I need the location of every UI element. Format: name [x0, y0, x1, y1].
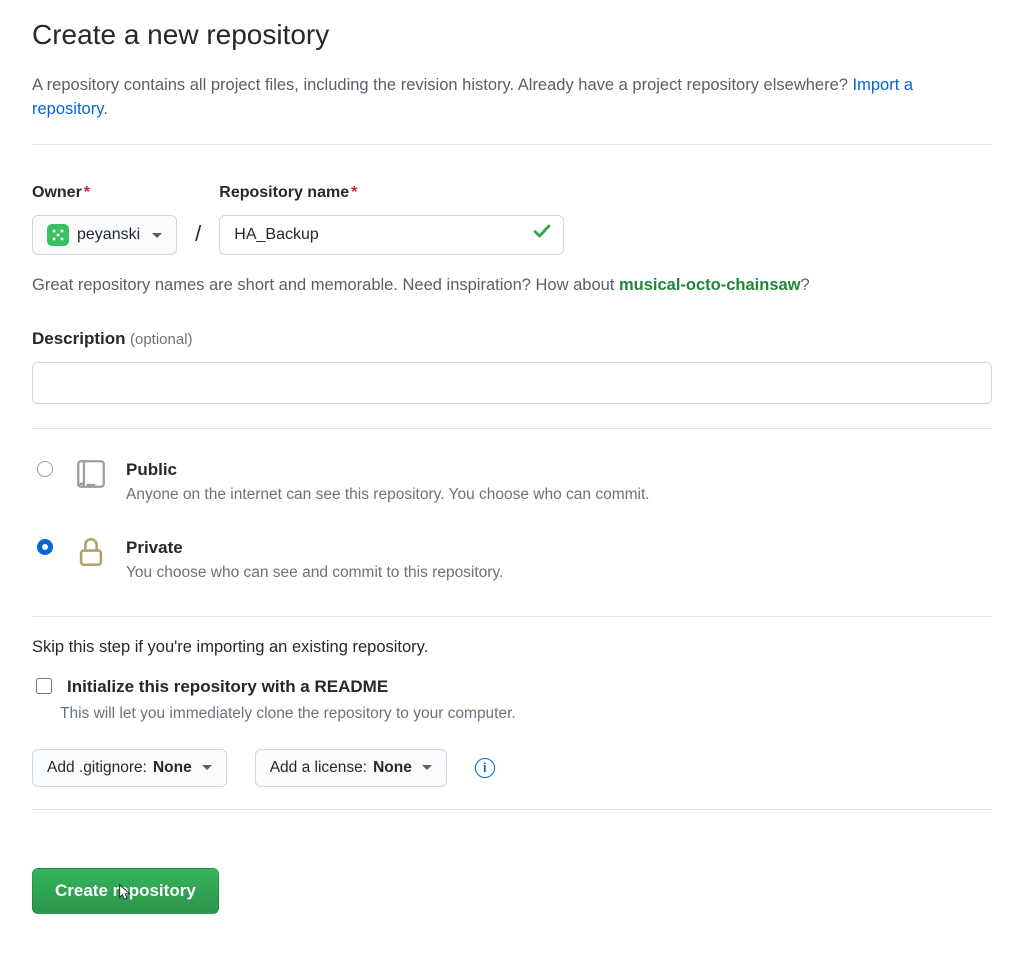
description-label: Description — [32, 329, 126, 348]
divider — [32, 616, 992, 617]
visibility-public-sub: Anyone on the internet can see this repo… — [126, 483, 650, 506]
subtitle-text: A repository contains all project files,… — [32, 76, 853, 94]
owner-dropdown[interactable]: peyanski — [32, 215, 177, 255]
owner-label: Owner* — [32, 181, 177, 205]
visibility-private-radio[interactable] — [37, 539, 53, 555]
skip-step-line: Skip this step if you're importing an ex… — [32, 635, 992, 660]
visibility-private-sub: You choose who can see and commit to thi… — [126, 561, 503, 584]
visibility-public-radio[interactable] — [37, 461, 53, 477]
divider — [32, 428, 992, 429]
check-icon — [532, 221, 552, 249]
divider — [32, 144, 992, 145]
repo-name-hint: Great repository names are short and mem… — [32, 273, 992, 298]
page-subtitle: A repository contains all project files,… — [32, 73, 992, 123]
initialize-readme-sub: This will let you immediately clone the … — [60, 702, 992, 725]
license-prefix: Add a license: — [270, 759, 367, 777]
caret-down-icon — [202, 765, 212, 770]
repo-icon — [74, 457, 108, 491]
repo-name-label: Repository name* — [219, 181, 564, 205]
add-gitignore-dropdown[interactable]: Add .gitignore: None — [32, 749, 227, 787]
initialize-readme-label: Initialize this repository with a README — [67, 674, 388, 700]
description-input[interactable] — [32, 362, 992, 404]
gitignore-value: None — [153, 759, 192, 777]
cursor-icon — [117, 883, 135, 901]
page-title: Create a new repository — [32, 14, 992, 56]
visibility-public-title: Public — [126, 457, 650, 483]
lock-icon — [74, 535, 108, 569]
initialize-readme-checkbox[interactable] — [36, 678, 52, 694]
license-value: None — [373, 759, 412, 777]
caret-down-icon — [152, 233, 162, 238]
owner-avatar-icon — [47, 224, 69, 246]
description-optional: (optional) — [130, 331, 193, 348]
gitignore-prefix: Add .gitignore: — [47, 759, 147, 777]
caret-down-icon — [422, 765, 432, 770]
add-license-dropdown[interactable]: Add a license: None — [255, 749, 447, 787]
subtitle-suffix: . — [103, 100, 108, 118]
repo-name-suggestion[interactable]: musical-octo-chainsaw — [619, 276, 801, 294]
slash-separator: / — [195, 217, 201, 250]
visibility-private-title: Private — [126, 535, 503, 561]
repo-name-input[interactable] — [219, 215, 564, 255]
divider — [32, 809, 992, 810]
owner-value: peyanski — [77, 226, 140, 244]
info-icon[interactable]: i — [475, 758, 495, 778]
